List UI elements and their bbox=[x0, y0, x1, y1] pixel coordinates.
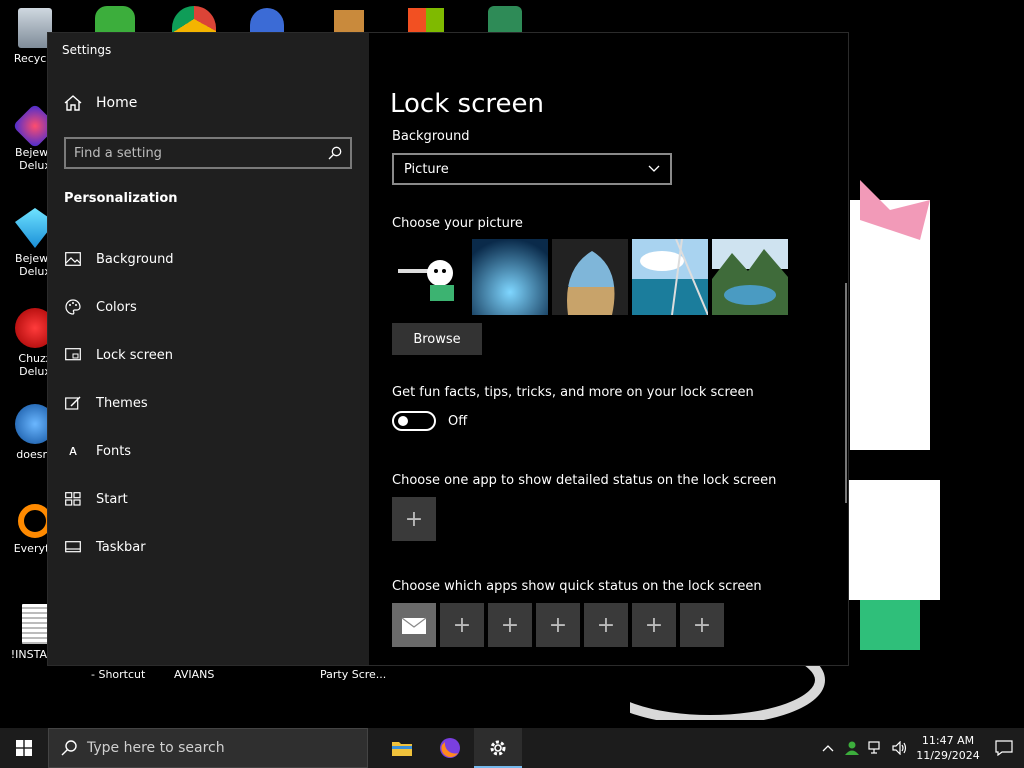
quick-status-label: Choose which apps show quick status on t… bbox=[392, 579, 762, 594]
desktop-icon-label: Party Scre... bbox=[320, 668, 387, 681]
start-button[interactable] bbox=[0, 728, 48, 768]
sidebar-nav: Background Colors Lock screen Themes ᴀ F… bbox=[64, 235, 354, 571]
background-label: Background bbox=[392, 129, 470, 144]
fun-facts-toggle-row: Off bbox=[392, 411, 467, 431]
detailed-status-add-button[interactable]: + bbox=[392, 497, 436, 541]
sidebar-item-label: Fonts bbox=[96, 443, 132, 459]
settings-window: Settings Home Personalization Background bbox=[47, 32, 849, 666]
chrome-icon[interactable] bbox=[172, 6, 216, 32]
taskbar-search[interactable]: Type here to search bbox=[48, 728, 368, 768]
quick-status-add-button[interactable]: + bbox=[536, 603, 580, 647]
quick-status-add-button[interactable]: + bbox=[488, 603, 532, 647]
sidebar-item-label: Start bbox=[96, 491, 128, 507]
picture-thumbnail-1[interactable] bbox=[392, 239, 468, 315]
home-icon bbox=[64, 95, 82, 111]
sidebar-item-background[interactable]: Background bbox=[64, 235, 354, 283]
mail-icon bbox=[401, 617, 427, 634]
network-icon[interactable] bbox=[864, 728, 888, 768]
sidebar-item-themes[interactable]: Themes bbox=[64, 379, 354, 427]
sidebar-item-fonts[interactable]: ᴀ Fonts bbox=[64, 427, 354, 475]
folder-icon bbox=[392, 742, 412, 756]
fun-facts-toggle[interactable] bbox=[392, 411, 436, 431]
find-setting-input[interactable] bbox=[74, 145, 328, 161]
quick-status-add-button[interactable]: + bbox=[680, 603, 724, 647]
lock-screen-page: Lock screen Background Picture Choose yo… bbox=[369, 33, 848, 665]
clock-time: 11:47 AM bbox=[921, 734, 975, 747]
page-title: Lock screen bbox=[390, 89, 544, 119]
desktop-icon-partial-avians[interactable] bbox=[334, 10, 364, 32]
palette-icon bbox=[64, 298, 82, 316]
clock-date: 11/29/2024 bbox=[916, 749, 980, 762]
taskbar-clock[interactable]: 11:47 AM 11/29/2024 bbox=[912, 733, 984, 763]
windows-logo-icon bbox=[16, 740, 32, 756]
find-setting-search[interactable] bbox=[64, 137, 352, 169]
start-icon bbox=[64, 490, 82, 508]
picture-thumbnails bbox=[392, 239, 788, 315]
chevron-up-icon[interactable] bbox=[816, 728, 840, 768]
content-scrollbar[interactable] bbox=[845, 283, 847, 503]
sidebar-item-label: Colors bbox=[96, 299, 137, 315]
desktop-icon-label: - Shortcut bbox=[91, 668, 146, 681]
themes-icon bbox=[64, 394, 82, 412]
quick-status-add-button[interactable]: + bbox=[440, 603, 484, 647]
sidebar-item-colors[interactable]: Colors bbox=[64, 283, 354, 331]
window-title: Settings bbox=[62, 43, 112, 57]
picture-thumbnail-4[interactable] bbox=[632, 239, 708, 315]
choose-picture-label: Choose your picture bbox=[392, 216, 523, 231]
taskbar-firefox[interactable] bbox=[426, 728, 474, 768]
search-icon bbox=[61, 740, 77, 756]
taskbar-search-placeholder: Type here to search bbox=[87, 740, 225, 756]
system-tray: 11:47 AM 11/29/2024 bbox=[816, 728, 1024, 768]
search-icon bbox=[328, 146, 342, 160]
detailed-status-label: Choose one app to show detailed status o… bbox=[392, 473, 777, 488]
quick-status-add-button[interactable]: + bbox=[632, 603, 676, 647]
taskbar-apps bbox=[378, 728, 522, 768]
action-center-button[interactable] bbox=[984, 728, 1024, 768]
people-icon[interactable] bbox=[840, 728, 864, 768]
sidebar-item-lock-screen[interactable]: Lock screen bbox=[64, 331, 354, 379]
desktop-icon-partial-app[interactable] bbox=[250, 8, 284, 32]
volume-icon[interactable] bbox=[888, 728, 912, 768]
windows-store-icon[interactable] bbox=[408, 8, 444, 32]
browse-button[interactable]: Browse bbox=[392, 323, 482, 355]
picture-thumbnail-2[interactable] bbox=[472, 239, 548, 315]
document-icon bbox=[22, 604, 48, 644]
desktop-icon-partial-people[interactable] bbox=[95, 6, 135, 32]
gear-icon bbox=[490, 740, 506, 756]
sidebar-item-label: Themes bbox=[96, 395, 148, 411]
desktop-icon-label: AVIANS bbox=[174, 668, 215, 681]
sidebar-item-label: Background bbox=[96, 251, 174, 267]
sidebar: Settings Home Personalization Background bbox=[48, 33, 369, 665]
quick-status-mail[interactable] bbox=[392, 603, 436, 647]
sidebar-item-taskbar[interactable]: Taskbar bbox=[64, 523, 354, 571]
background-dropdown[interactable]: Picture bbox=[392, 153, 672, 185]
lock-screen-icon bbox=[64, 346, 82, 364]
section-title: Personalization bbox=[64, 191, 178, 206]
background-dropdown-value: Picture bbox=[404, 161, 449, 177]
picture-thumbnail-3[interactable] bbox=[552, 239, 628, 315]
quick-status-add-button[interactable]: + bbox=[584, 603, 628, 647]
picture-icon bbox=[64, 250, 82, 268]
fun-facts-state: Off bbox=[448, 413, 468, 429]
toggle-knob bbox=[398, 416, 408, 426]
taskbar-icon bbox=[64, 538, 82, 556]
chevron-down-icon bbox=[648, 165, 660, 172]
quick-status-apps: + + + + + + bbox=[392, 603, 724, 647]
sidebar-item-label: Lock screen bbox=[96, 347, 173, 363]
firefox-icon bbox=[440, 738, 460, 758]
taskbar: Type here to search 11:47 AM 11/29/2024 bbox=[0, 728, 1024, 768]
home-label: Home bbox=[96, 95, 138, 111]
desktop-icon-partial-character[interactable] bbox=[488, 6, 522, 32]
taskbar-file-explorer[interactable] bbox=[378, 728, 426, 768]
sidebar-item-label: Taskbar bbox=[96, 539, 146, 555]
fonts-icon: ᴀ bbox=[68, 443, 78, 459]
fun-facts-label: Get fun facts, tips, tricks, and more on… bbox=[392, 385, 754, 400]
picture-thumbnail-5[interactable] bbox=[712, 239, 788, 315]
taskbar-settings[interactable] bbox=[474, 728, 522, 768]
sidebar-home[interactable]: Home bbox=[64, 95, 137, 111]
sidebar-item-start[interactable]: Start bbox=[64, 475, 354, 523]
notification-icon bbox=[995, 740, 1013, 756]
